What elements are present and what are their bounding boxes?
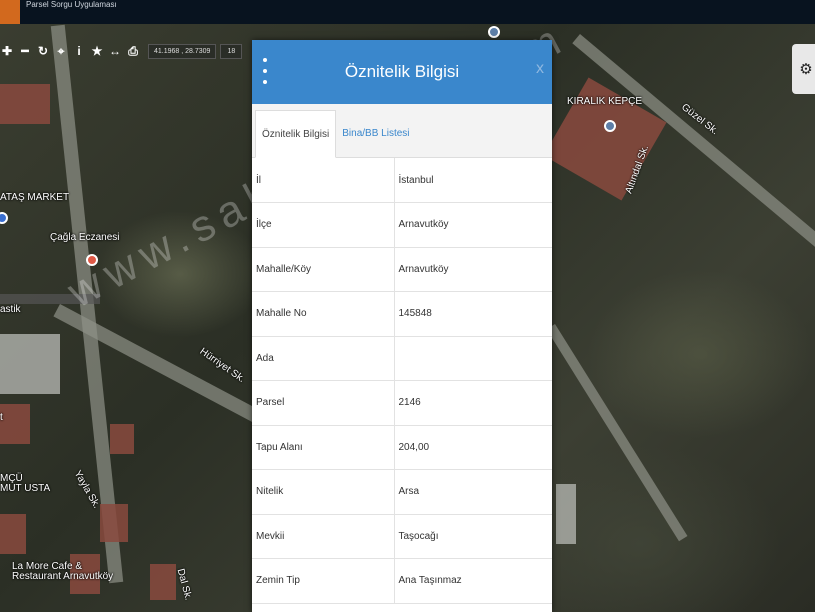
attribute-value: 145848 bbox=[394, 291, 552, 337]
attribute-key: İl bbox=[252, 158, 395, 203]
map-building bbox=[150, 564, 176, 600]
panel-tabs: Öznitelik Bilgisi Bina/BB Listesi bbox=[252, 104, 552, 158]
map-label: t bbox=[0, 412, 3, 423]
panel-header: Öznitelik Bilgisi x bbox=[252, 40, 552, 104]
attribute-key: Mevkii bbox=[252, 514, 395, 559]
map-building bbox=[110, 424, 134, 454]
map-label: Dal Sk. bbox=[174, 567, 194, 602]
map-building bbox=[0, 84, 50, 124]
attribute-value: Taşocağı bbox=[394, 514, 552, 559]
attribute-value: 2146 bbox=[394, 380, 552, 426]
coordinate-readout: 41.1968 , 28.7309 bbox=[148, 43, 217, 59]
attribute-key: İlçe bbox=[252, 202, 395, 248]
map-building bbox=[0, 334, 60, 394]
attribute-key: Nitelik bbox=[252, 469, 395, 515]
close-icon[interactable]: x bbox=[536, 60, 544, 78]
attribute-key: Ada bbox=[252, 336, 395, 381]
table-row: Tapu Alanı 204,00 bbox=[252, 425, 552, 470]
table-row: Parsel 2146 bbox=[252, 380, 552, 426]
map-label: Hürriyet Sk. bbox=[197, 346, 247, 385]
table-row: Ada bbox=[252, 336, 552, 381]
table-row: Nitelik Arsa bbox=[252, 469, 552, 515]
attribute-panel: Öznitelik Bilgisi x Öznitelik Bilgisi Bi… bbox=[252, 40, 552, 612]
gear-icon: ⚙ bbox=[799, 61, 813, 78]
location-pin[interactable] bbox=[604, 120, 616, 132]
attribute-value bbox=[394, 336, 552, 381]
menu-icon[interactable] bbox=[260, 58, 270, 84]
map-building bbox=[100, 504, 128, 542]
app-title: Parsel Sorgu Uygulaması bbox=[26, 0, 117, 9]
print-icon[interactable]: ⎙ bbox=[126, 43, 140, 59]
tab-building-list[interactable]: Bina/BB Listesi bbox=[336, 109, 415, 157]
map-label: ATAŞ MARKET bbox=[0, 192, 70, 203]
panel-title: Öznitelik Bilgisi bbox=[344, 62, 460, 81]
settings-button[interactable]: ⚙ bbox=[792, 44, 815, 94]
attribute-value: Arnavutköy bbox=[394, 247, 552, 292]
map-label: MÇÜ MUT USTA bbox=[0, 473, 51, 494]
table-row: Mahalle/Köy Arnavutköy bbox=[252, 247, 552, 292]
attribute-value: İstanbul bbox=[394, 158, 552, 203]
table-row: Mevkii Taşocağı bbox=[252, 514, 552, 559]
table-row: İlçe Arnavutköy bbox=[252, 202, 552, 248]
measure-icon[interactable]: ↔ bbox=[108, 43, 122, 59]
attribute-value: Ana Taşınmaz bbox=[394, 558, 552, 604]
map-building bbox=[0, 404, 30, 444]
attribute-value: Arsa bbox=[394, 469, 552, 515]
map-building bbox=[0, 514, 26, 554]
refresh-icon[interactable]: ↻ bbox=[36, 43, 50, 59]
map-label: La More Cafe & Restaurant Arnavutköy bbox=[12, 561, 114, 582]
attribute-key: Mahalle/Köy bbox=[252, 247, 395, 292]
table-row: Zemin Tip Ana Taşınmaz bbox=[252, 558, 552, 604]
move-icon[interactable]: ✚ bbox=[0, 43, 14, 59]
attribute-key: Parsel bbox=[252, 380, 395, 426]
attribute-key: Mahalle No bbox=[252, 291, 395, 337]
locate-icon[interactable]: ⌖ bbox=[54, 43, 68, 59]
map-toolbar: ✚ ━ ↻ ⌖ i ★ ↔ ⎙ 41.1968 , 28.7309 18 bbox=[0, 40, 243, 62]
map-label: KIRALIK KEPÇE bbox=[567, 96, 643, 107]
attribute-value: Arnavutköy bbox=[394, 202, 552, 248]
app-bar: Parsel Sorgu Uygulaması bbox=[0, 0, 815, 24]
table-row: İl İstanbul bbox=[252, 158, 552, 203]
map-label: Çağla Eczanesi bbox=[50, 232, 120, 243]
location-pin[interactable] bbox=[488, 26, 500, 38]
zoom-out-icon[interactable]: ━ bbox=[18, 43, 32, 59]
attribute-table: İl İstanbul İlçe Arnavutköy Mahalle/Köy Arn… bbox=[252, 158, 552, 604]
map-label: astik bbox=[0, 304, 21, 315]
star-icon[interactable]: ★ bbox=[90, 43, 104, 59]
attribute-key: Zemin Tip bbox=[252, 558, 395, 604]
location-pin[interactable] bbox=[0, 212, 8, 224]
app-logo bbox=[0, 0, 20, 24]
info-icon[interactable]: i bbox=[72, 43, 86, 59]
table-row: Mahalle No 145848 bbox=[252, 291, 552, 337]
attribute-key: Tapu Alanı bbox=[252, 425, 395, 470]
attribute-value: 204,00 bbox=[394, 425, 552, 470]
zoom-level: 18 bbox=[220, 43, 243, 59]
map-building bbox=[556, 484, 576, 544]
tab-attribute-info[interactable]: Öznitelik Bilgisi bbox=[255, 110, 337, 158]
